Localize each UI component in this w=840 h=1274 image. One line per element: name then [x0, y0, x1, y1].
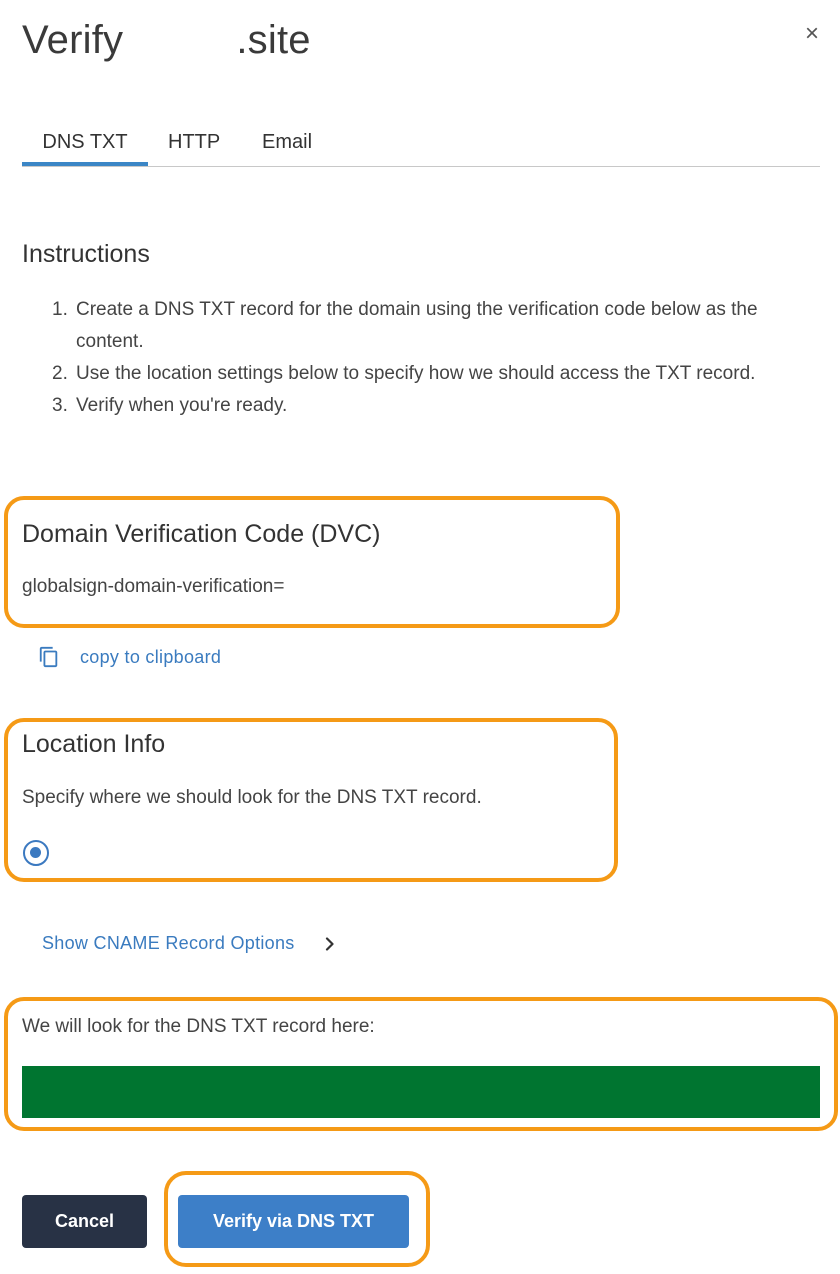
step-text: Verify when you're ready. — [76, 395, 288, 416]
instruction-step: 3. Verify when you're ready. — [52, 390, 806, 422]
location-radio[interactable] — [23, 840, 49, 866]
tab-dns-txt[interactable]: DNS TXT — [22, 122, 148, 166]
lookup-location-field — [22, 1066, 820, 1118]
verify-dialog: Verify .site × DNS TXT HTTP Email Instru… — [0, 0, 840, 1274]
step-text: Use the location settings below to speci… — [76, 363, 756, 384]
instructions-heading: Instructions — [22, 240, 150, 268]
lookup-label: We will look for the DNS TXT record here… — [22, 1016, 375, 1037]
step-number: 2. — [52, 363, 68, 384]
copy-to-clipboard-link[interactable]: copy to clipboard — [38, 644, 221, 670]
instruction-step: 2. Use the location settings below to sp… — [52, 358, 806, 390]
dvc-heading: Domain Verification Code (DVC) — [22, 520, 381, 548]
step-number: 3. — [52, 395, 68, 416]
cname-label: Show CNAME Record Options — [42, 933, 295, 953]
dialog-title: Verify .site — [22, 18, 311, 62]
cancel-button[interactable]: Cancel — [22, 1195, 147, 1248]
verify-dns-txt-button[interactable]: Verify via DNS TXT — [178, 1195, 409, 1248]
step-text: Create a DNS TXT record for the domain u… — [76, 299, 758, 352]
instruction-step: 1. Create a DNS TXT record for the domai… — [52, 294, 806, 358]
location-heading: Location Info — [22, 730, 166, 758]
location-description: Specify where we should look for the DNS… — [22, 787, 482, 808]
show-cname-options-link[interactable]: Show CNAME Record Options — [42, 933, 337, 954]
verification-method-tabs: DNS TXT HTTP Email — [22, 122, 820, 167]
dvc-code-value: globalsign-domain-verification= — [22, 576, 285, 597]
copy-label: copy to clipboard — [80, 646, 222, 667]
chevron-right-icon — [325, 936, 334, 951]
close-icon[interactable]: × — [800, 22, 824, 46]
tab-email[interactable]: Email — [262, 122, 312, 162]
copy-icon — [39, 646, 58, 668]
dvc-highlight-box — [4, 496, 620, 628]
step-number: 1. — [52, 299, 68, 320]
tab-http[interactable]: HTTP — [168, 122, 220, 162]
instructions-list: 1. Create a DNS TXT record for the domai… — [52, 294, 806, 422]
